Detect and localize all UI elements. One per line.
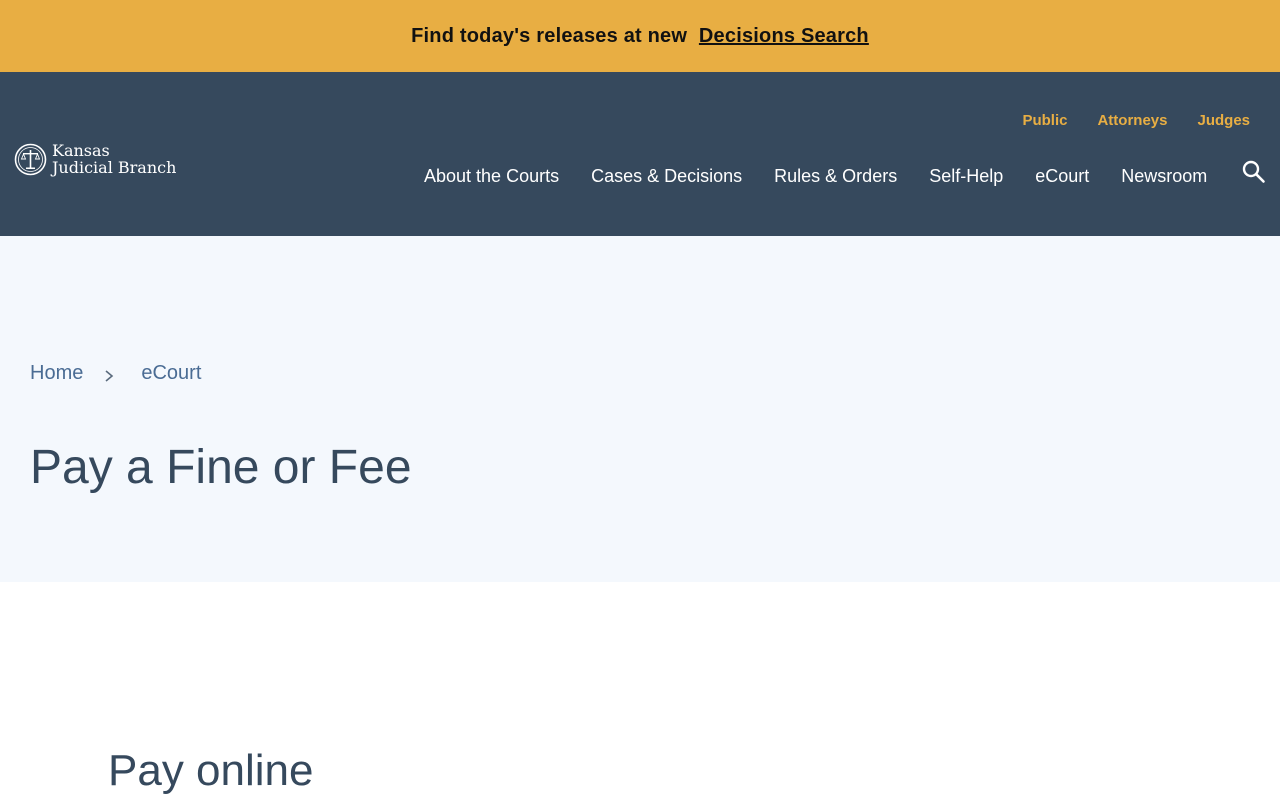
- breadcrumb-home[interactable]: Home: [30, 362, 83, 385]
- breadcrumb-ecourt[interactable]: eCourt: [141, 362, 201, 385]
- decisions-search-link[interactable]: Decisions Search: [699, 25, 869, 47]
- utility-link-public[interactable]: Public: [1022, 112, 1067, 129]
- seal-icon: [14, 143, 47, 175]
- nav-item-self-help[interactable]: Self-Help: [929, 166, 1003, 187]
- breadcrumb: Home eCourt: [30, 362, 201, 385]
- alert-message: Find today's releases at new: [411, 24, 688, 47]
- logo-text: Kansas Judicial Branch: [52, 142, 176, 176]
- logo-line-1: Kansas: [52, 141, 110, 160]
- site-logo[interactable]: Kansas Judicial Branch: [14, 142, 176, 176]
- alert-text: Find today's releases at new Decisions S…: [411, 25, 869, 48]
- utility-nav: Public Attorneys Judges: [1022, 112, 1250, 129]
- site-header: Kansas Judicial Branch Public Attorneys …: [0, 72, 1280, 236]
- search-button[interactable]: [1241, 159, 1267, 185]
- nav-item-ecourt[interactable]: eCourt: [1035, 166, 1089, 187]
- nav-item-about-the-courts[interactable]: About the Courts: [424, 166, 559, 187]
- page-hero: Home eCourt Pay a Fine or Fee: [0, 236, 1280, 582]
- nav-item-cases-decisions[interactable]: Cases & Decisions: [591, 166, 742, 187]
- nav-item-rules-orders[interactable]: Rules & Orders: [774, 166, 897, 187]
- search-icon: [1242, 160, 1265, 183]
- page-title: Pay a Fine or Fee: [30, 441, 412, 494]
- section-heading-pay-online: Pay online: [108, 746, 314, 795]
- utility-link-attorneys[interactable]: Attorneys: [1097, 112, 1167, 129]
- utility-link-judges[interactable]: Judges: [1197, 112, 1250, 129]
- alert-banner: Find today's releases at new Decisions S…: [0, 0, 1280, 72]
- nav-item-newsroom[interactable]: Newsroom: [1121, 166, 1207, 187]
- chevron-right-icon: [105, 369, 114, 382]
- logo-line-2: Judicial Branch: [52, 158, 177, 177]
- main-nav: About the Courts Cases & Decisions Rules…: [424, 166, 1207, 187]
